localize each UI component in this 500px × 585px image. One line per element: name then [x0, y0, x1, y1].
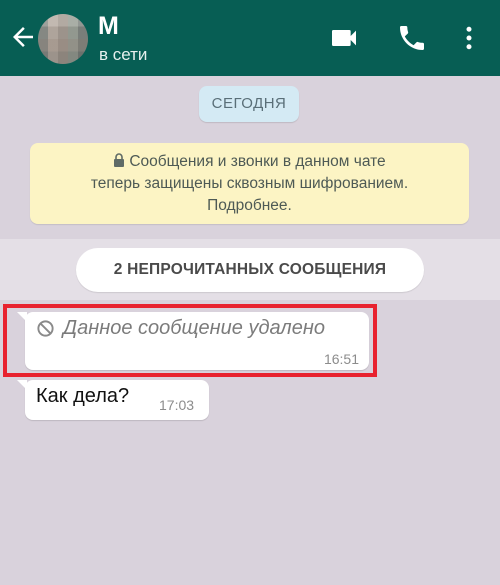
- contact-name[interactable]: М: [98, 12, 119, 41]
- lock-icon: [114, 153, 125, 167]
- back-arrow-icon[interactable]: [8, 22, 38, 52]
- phone-call-icon[interactable]: [396, 22, 428, 54]
- contact-avatar[interactable]: [38, 14, 88, 64]
- encryption-notice-line2: теперь защищены сквозным шифрованием.: [90, 175, 409, 192]
- message-text: Как дела?: [36, 385, 130, 407]
- more-vert-icon[interactable]: [454, 22, 484, 54]
- encryption-notice-line1: Сообщения и звонки в данном чате: [30, 151, 469, 173]
- unread-messages-chip: 2 НЕПРОЧИТАННЫХ СООБЩЕНИЯ: [76, 248, 424, 292]
- video-call-icon[interactable]: [328, 22, 360, 54]
- chat-header: М в сети: [0, 0, 500, 76]
- message-time: 17:03: [159, 397, 195, 413]
- encryption-notice-link[interactable]: Подробнее.: [30, 195, 469, 217]
- encryption-notice[interactable]: Сообщения и звонки в данном чате теперь …: [30, 143, 469, 224]
- contact-status: в сети: [99, 45, 148, 64]
- date-chip: СЕГОДНЯ: [199, 86, 299, 122]
- message-bubble[interactable]: Как дела? 17:03: [17, 380, 209, 420]
- encryption-notice-text1: Сообщения и звонки в данном чате: [129, 153, 386, 170]
- highlight-box: [3, 304, 377, 377]
